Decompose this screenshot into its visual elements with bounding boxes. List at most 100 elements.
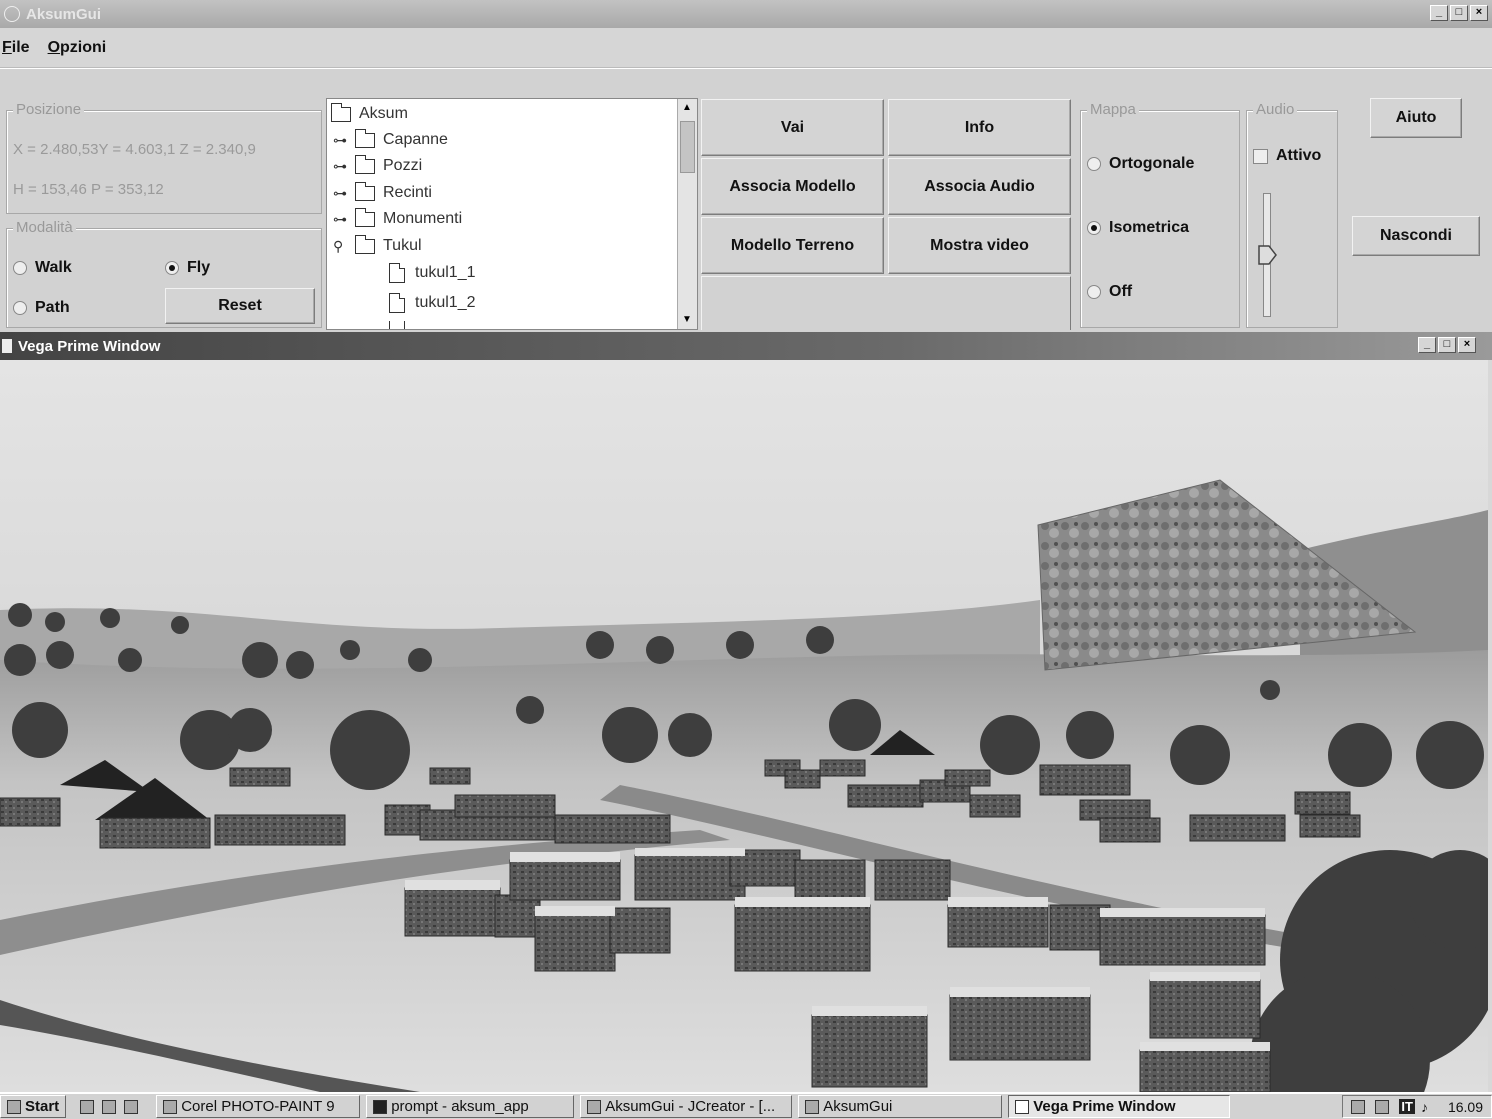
tree-item-tukul[interactable]: ⚲ Tukul (333, 234, 422, 255)
tree-leaf-partial (389, 321, 415, 329)
expand-key-icon[interactable]: ⊶ (333, 158, 355, 175)
windows-logo-icon (7, 1099, 21, 1114)
task-jcreator[interactable]: AksumGui - JCreator - [... (580, 1095, 793, 1118)
radio-selected-icon (165, 261, 179, 275)
volume-icon[interactable]: ♪ (1421, 1099, 1428, 1115)
task-prompt[interactable]: prompt - aksum_app (366, 1095, 575, 1118)
document-icon (389, 321, 405, 329)
info-button[interactable]: Info (888, 99, 1071, 156)
start-button[interactable]: Start (0, 1095, 67, 1118)
map-group: Mappa Ortogonale Isometrica Off (1080, 101, 1240, 328)
app-icon (4, 6, 20, 22)
mode-group: Modalità Walk Fly Path Reset (6, 219, 322, 328)
menu-options[interactable]: Opzioni (48, 39, 107, 57)
radio-selected-icon (1087, 221, 1101, 235)
actions-panel: Vai Info Associa Modello Associa Audio M… (700, 98, 1074, 330)
task-vega-prime[interactable]: Vega Prime Window (1008, 1095, 1231, 1118)
tree-leaf-tukul1-1[interactable]: tukul1_1 (389, 263, 476, 283)
maximize-button[interactable]: □ (1450, 5, 1468, 21)
folder-icon (355, 207, 375, 227)
scroll-up-icon[interactable]: ▲ (678, 99, 696, 117)
collapse-key-icon[interactable]: ⚲ (333, 238, 355, 255)
vega-maximize-button[interactable]: □ (1438, 337, 1456, 353)
tree-root[interactable]: Aksum (331, 102, 408, 123)
audio-group: Audio Attivo (1246, 101, 1338, 328)
app-title: AksumGui (26, 5, 102, 23)
network-icon[interactable] (1351, 1099, 1366, 1114)
mode-walk-radio[interactable]: Walk (13, 259, 72, 277)
map-isometrica-radio[interactable]: Isometrica (1087, 219, 1189, 237)
tree-item-capanne[interactable]: ⊶ Capanne (333, 128, 448, 149)
vega-title: Vega Prime Window (18, 337, 161, 355)
mode-path-radio[interactable]: Path (13, 299, 70, 317)
menu-bar: File Opzioni (0, 28, 1492, 68)
associa-modello-button[interactable]: Associa Modello (701, 158, 884, 215)
corel-icon (163, 1099, 178, 1114)
checkbox-icon (1253, 148, 1268, 164)
tree-item-recinti[interactable]: ⊶ Recinti (333, 181, 432, 202)
folder-icon (355, 181, 375, 201)
close-button[interactable]: × (1470, 5, 1488, 21)
vega-title-bar[interactable]: Vega Prime Window _ □ × (0, 332, 1492, 360)
app-title-bar[interactable]: AksumGui _ □ × (0, 0, 1492, 28)
expand-key-icon[interactable]: ⊶ (333, 185, 355, 202)
menu-file[interactable]: File (2, 39, 30, 57)
reset-button[interactable]: Reset (165, 288, 315, 324)
volume-slider-thumb[interactable] (1257, 245, 1277, 265)
map-ortogonale-radio[interactable]: Ortogonale (1087, 155, 1194, 173)
java-icon (805, 1099, 820, 1114)
tools-icon[interactable] (1375, 1099, 1390, 1114)
radio-icon (13, 261, 27, 275)
window-icon (1015, 1099, 1030, 1114)
quicklaunch-desktop-icon[interactable] (80, 1099, 95, 1114)
minimize-button[interactable]: _ (1430, 5, 1448, 21)
expand-key-icon[interactable]: ⊶ (333, 211, 355, 228)
tree-scrollbar[interactable]: ▲ ▼ (677, 99, 697, 329)
tree-leaf-tukul1-2[interactable]: tukul1_2 (389, 293, 476, 313)
nascondi-button[interactable]: Nascondi (1352, 216, 1480, 256)
system-tray: IT ♪ 16.09 (1342, 1095, 1492, 1118)
clock: 16.09 (1447, 1098, 1483, 1115)
document-icon (389, 293, 405, 313)
folder-icon (331, 102, 351, 122)
language-indicator[interactable]: IT (1399, 1099, 1415, 1114)
vega-3d-viewport[interactable] (0, 360, 1488, 1092)
position-xyz: X = 2.480,53Y = 4.603,1 Z = 2.340,9 (13, 141, 256, 158)
vega-minimize-button[interactable]: _ (1418, 337, 1436, 353)
task-corel-photo-paint[interactable]: Corel PHOTO-PAINT 9 (156, 1095, 361, 1118)
radio-icon (1087, 157, 1101, 171)
mode-fly-radio[interactable]: Fly (165, 259, 210, 277)
audio-label: Audio (1253, 101, 1298, 118)
audio-attivo-checkbox[interactable]: Attivo (1253, 147, 1321, 165)
scroll-thumb[interactable] (680, 121, 695, 173)
terrain-scene (0, 360, 1488, 1092)
task-aksumgui[interactable]: AksumGui (798, 1095, 1003, 1118)
folder-icon (355, 154, 375, 174)
vai-button[interactable]: Vai (701, 99, 884, 156)
quicklaunch-explorer-icon[interactable] (102, 1099, 117, 1114)
position-label: Posizione (13, 101, 85, 118)
modello-terreno-button[interactable]: Modello Terreno (701, 217, 884, 274)
console-icon (373, 1099, 388, 1114)
tree-item-pozzi[interactable]: ⊶ Pozzi (333, 154, 422, 175)
jcreator-icon (587, 1099, 602, 1114)
empty-button-slot (701, 276, 1071, 330)
quicklaunch-outlook-icon[interactable] (124, 1099, 139, 1114)
mostra-video-button[interactable]: Mostra video (888, 217, 1071, 274)
object-tree[interactable]: Aksum ⊶ Capanne ⊶ Pozzi ⊶ Recinti ⊶ Monument… (326, 98, 698, 330)
window-icon (2, 339, 12, 353)
folder-icon (355, 128, 375, 148)
associa-audio-button[interactable]: Associa Audio (888, 158, 1071, 215)
vega-close-button[interactable]: × (1458, 337, 1476, 353)
scroll-down-icon[interactable]: ▼ (678, 311, 696, 329)
tree-item-monumenti[interactable]: ⊶ Monumenti (333, 207, 462, 228)
map-off-radio[interactable]: Off (1087, 283, 1132, 301)
document-icon (389, 263, 405, 283)
aiuto-button[interactable]: Aiuto (1370, 98, 1462, 138)
expand-key-icon[interactable]: ⊶ (333, 132, 355, 149)
map-label: Mappa (1087, 101, 1139, 118)
mode-label: Modalità (13, 219, 76, 236)
radio-icon (1087, 285, 1101, 299)
taskbar: Start Corel PHOTO-PAINT 9 prompt - aksum… (0, 1092, 1492, 1119)
folder-open-icon (355, 234, 375, 254)
